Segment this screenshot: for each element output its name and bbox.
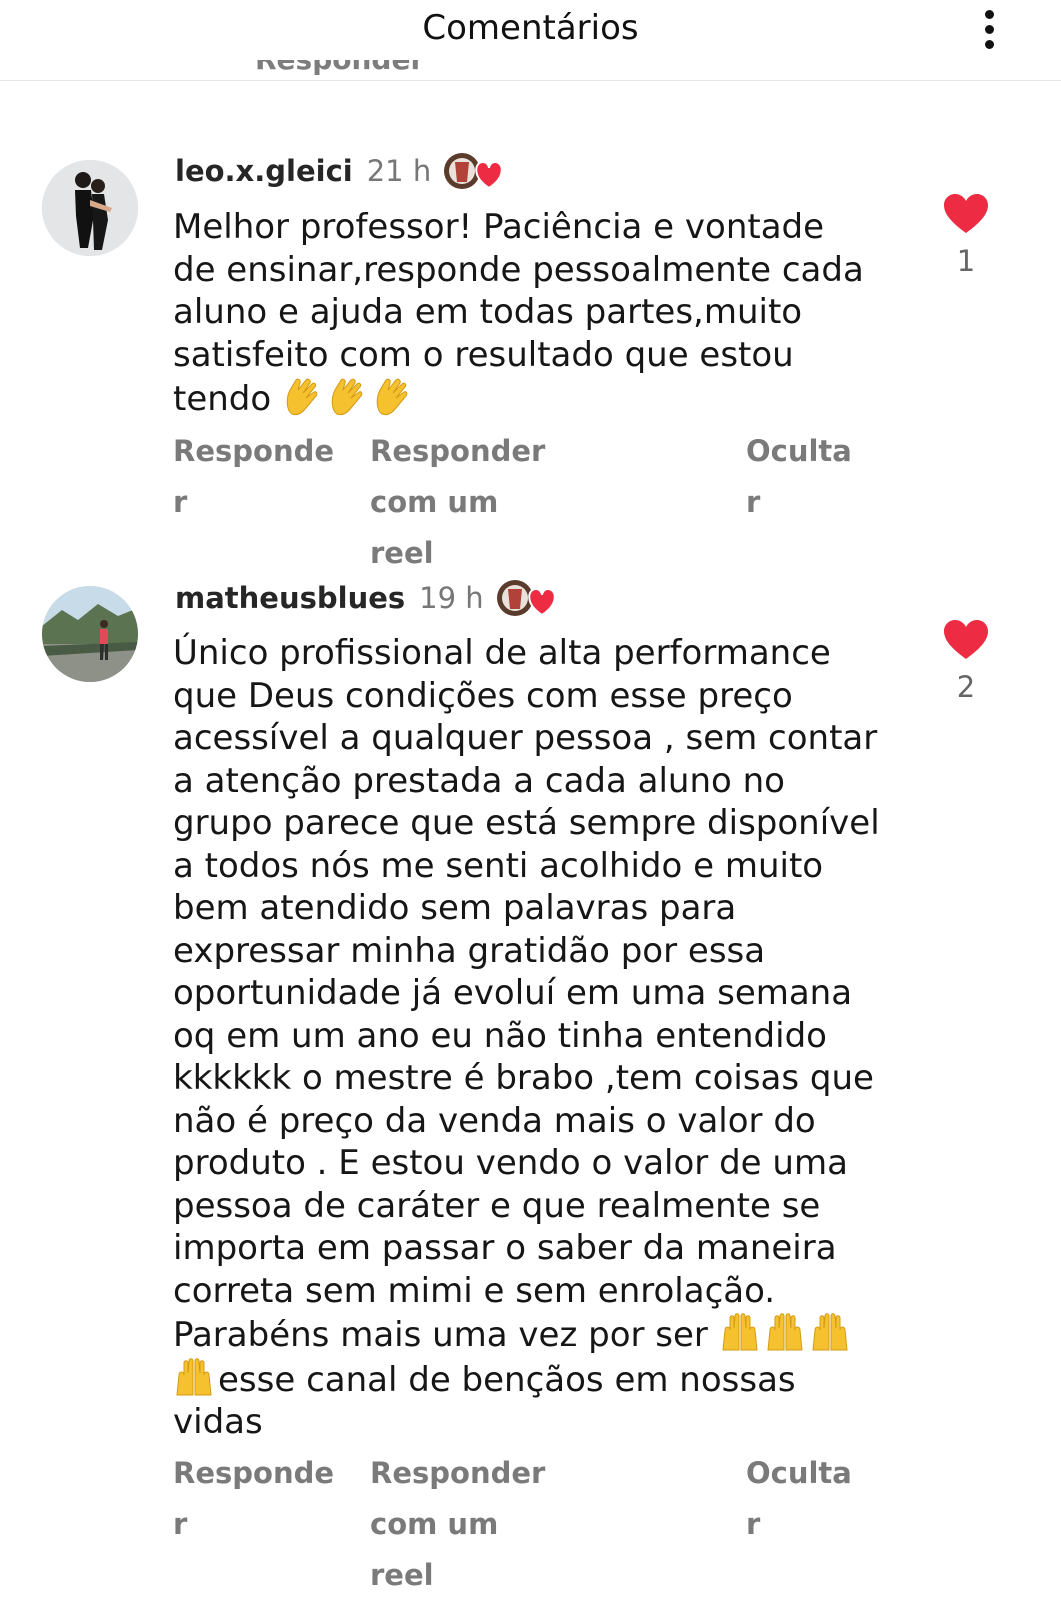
- clapping-hands-emoji: [327, 376, 369, 416]
- raising-hands-emoji: [764, 1312, 806, 1352]
- hide-button[interactable]: Oculta r: [746, 426, 852, 528]
- comment-line: a todos nós me senti acolhido e muito: [173, 845, 824, 886]
- like-control: 2: [943, 620, 989, 704]
- like-control: 1: [943, 194, 989, 278]
- comment-line-last: tendo: [173, 376, 913, 421]
- raising-hands-emoji: [809, 1312, 851, 1352]
- timestamp: 19 h: [419, 581, 484, 615]
- comment-line: que Deus condições com esse preço: [173, 675, 793, 716]
- raising-hands-emoji: [173, 1357, 215, 1397]
- comment-line: a atenção prestada a cada aluno no: [173, 760, 785, 801]
- comment-line: oportunidade já evoluí em uma semana: [173, 973, 853, 1013]
- heart-icon[interactable]: [944, 620, 988, 660]
- like-count: 2: [956, 670, 976, 704]
- comment-line: de ensinar,responde pessoalmente cada: [173, 249, 864, 290]
- raising-hands-emoji: [719, 1312, 761, 1352]
- comment-line: importa em passar o saber da maneira: [173, 1228, 837, 1268]
- comment-line: satisfeito com o resultado que estou: [173, 334, 794, 375]
- comment-line: Melhor professor! Paciência e vontade: [173, 207, 825, 247]
- heart-icon[interactable]: [944, 194, 988, 234]
- comment-line-with-emoji: esse canal de bençãos em nossas: [173, 1357, 913, 1402]
- comment-line: vidas: [173, 1402, 263, 1442]
- comment-line: bem atendido sem palavras para: [173, 888, 737, 928]
- comment-line: grupo parece que está sempre disponível: [173, 803, 880, 843]
- clipped-reply-button[interactable]: Responder: [255, 60, 424, 90]
- like-count: 1: [956, 244, 976, 278]
- comment-line: não é preço da venda mais o valor do: [173, 1100, 816, 1141]
- comment-line: aluno e ajuda em todas partes,muito: [173, 292, 803, 332]
- avatar[interactable]: [42, 586, 138, 682]
- header: Comentários: [0, 0, 1061, 81]
- comment-text: Melhor professor! Paciência e vontade de…: [173, 206, 913, 421]
- clapping-hands-emoji: [282, 376, 324, 416]
- username[interactable]: leo.x.gleici: [175, 154, 353, 188]
- reply-button[interactable]: Responde r: [173, 1448, 334, 1550]
- username[interactable]: matheusblues: [175, 581, 405, 615]
- comment-line: produto . E estou vendo o valor de uma: [173, 1143, 848, 1183]
- comment-text: Único profissional de alta performance q…: [173, 632, 913, 1444]
- reply-with-reel-button[interactable]: Responder com um reel: [370, 1448, 545, 1601]
- more-options-icon[interactable]: [977, 6, 1001, 52]
- timestamp: 21 h: [366, 154, 432, 188]
- comment-line: kkkkkk o mestre é brabo ,tem coisas que: [173, 1058, 874, 1098]
- hide-button[interactable]: Oculta r: [746, 1448, 852, 1550]
- comment-line-with-emoji: Parabéns mais uma vez por ser: [173, 1312, 913, 1357]
- avatar[interactable]: [42, 160, 138, 256]
- comment-line: oq em um ano eu não tinha entendido: [173, 1015, 827, 1056]
- comment-meta: matheusblues 19 h: [175, 577, 558, 619]
- creator-liked-badge: [496, 577, 558, 619]
- reply-with-reel-button[interactable]: Responder com um reel: [370, 426, 545, 579]
- comment-line: pessoa de caráter e que realmente se: [173, 1185, 821, 1226]
- header-title: Comentários: [422, 8, 639, 48]
- clapping-hands-emoji: [372, 376, 414, 416]
- comment-line: expressar minha gratidão por essa: [173, 930, 766, 971]
- comment-line: acessível a qualquer pessoa , sem contar: [173, 718, 878, 758]
- creator-liked-badge: [443, 150, 505, 192]
- comment-meta: leo.x.gleici 21 h: [175, 150, 505, 192]
- comment-line: Único profissional de alta performance: [173, 633, 831, 673]
- comment-line: correta sem mimi e sem enrolação.: [173, 1270, 776, 1311]
- reply-button[interactable]: Responde r: [173, 426, 334, 528]
